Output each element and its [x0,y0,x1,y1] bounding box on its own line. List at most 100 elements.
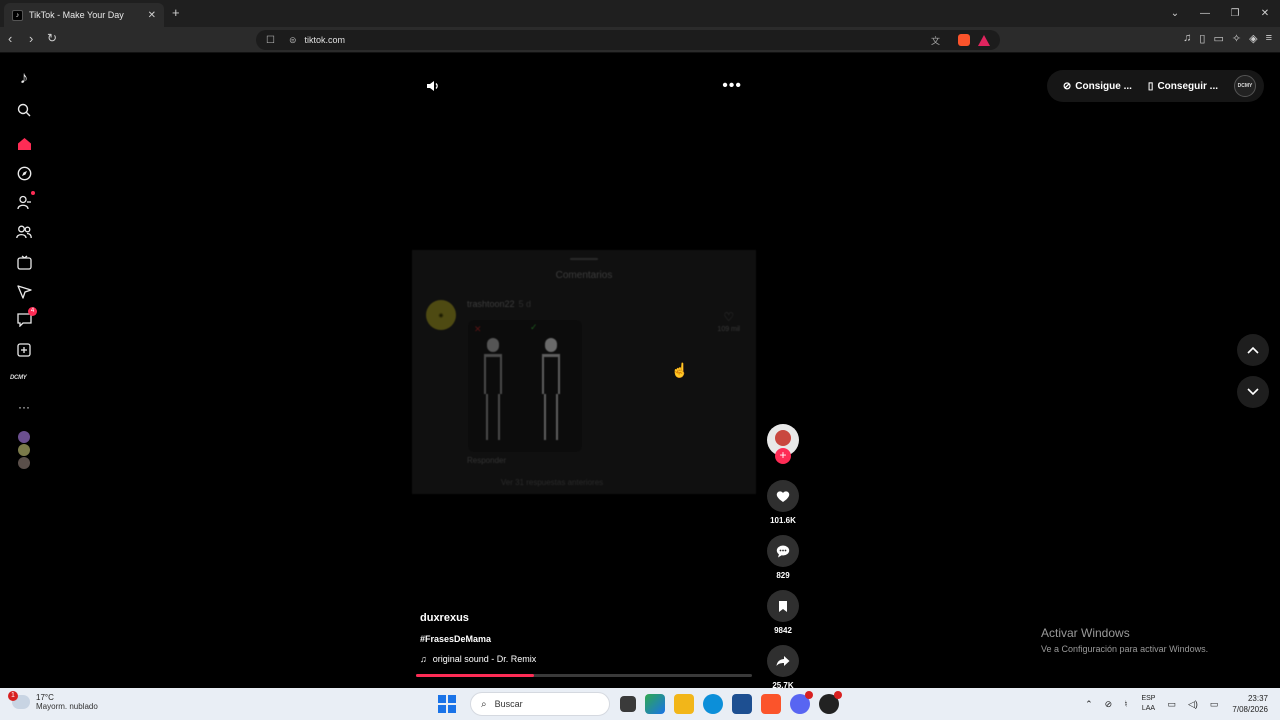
save-action[interactable]: 9842 [764,590,802,635]
friends-icon[interactable] [14,222,34,242]
get-app-button[interactable]: ▯ Conseguir ... [1148,81,1218,92]
home-icon[interactable] [14,134,34,154]
edge-icon[interactable] [703,694,723,714]
search-icon: ⌕ [481,698,487,710]
site-info-icon[interactable]: ⊜ [289,35,297,46]
upload-icon[interactable] [14,340,34,360]
brave-icon[interactable] [761,694,781,714]
tray-overflow-icon[interactable]: ⌃ [1085,699,1093,710]
speaker-icon[interactable]: ◁) [1188,699,1198,710]
taskbar-search[interactable]: ⌕ Buscar [470,692,610,716]
close-window-button[interactable]: ✕ [1250,8,1280,19]
clock-time: 23:37 [1247,694,1268,703]
brave-shields-icon[interactable] [958,34,970,46]
menu-icon[interactable]: ≡ [1266,32,1272,45]
tab-close-icon[interactable]: ✕ [148,10,156,21]
more-icon[interactable]: ··· [14,397,34,417]
next-video-button[interactable] [1237,376,1269,408]
app-badge [834,691,842,699]
sheet-handle [570,258,598,260]
inbox-icon[interactable] [14,282,34,302]
video-progress-bar[interactable] [416,674,752,677]
media-icon[interactable]: ♫ [1183,32,1191,45]
messages-icon[interactable]: 4 [14,307,37,330]
video-music[interactable]: ♫ original sound - Dr. Remix [420,654,536,664]
reload-icon[interactable]: ↻ [47,31,57,45]
sidebar-toggle-icon[interactable]: ▯ [1199,32,1205,45]
leo-ai-icon[interactable]: ✧ [1232,32,1241,45]
vpn-icon[interactable]: ◈ [1249,32,1257,45]
tiktok-page: ♪ 4 DCMY ··· ••• Comentarios ◉ trashtoon… [0,54,1280,690]
forward-icon[interactable]: › [29,31,33,46]
followed-account-avatar[interactable] [18,444,30,456]
display-icon[interactable]: ▭ [1167,699,1176,710]
previous-video-button[interactable] [1237,334,1269,366]
microphone-icon[interactable]: ♮ [1124,699,1127,710]
language-bottom: LAA [1141,705,1156,712]
followed-account-avatar[interactable] [18,431,30,443]
messages-badge: 4 [28,307,37,316]
tab-search-button[interactable]: ⌄ [1160,8,1190,19]
comment-icon[interactable] [767,535,799,567]
comment-action[interactable]: 829 [764,535,802,580]
explore-icon[interactable] [14,163,34,183]
video-hashtags[interactable]: #FrasesDeMama [420,634,536,644]
file-explorer-icon[interactable] [674,694,694,714]
volume-icon[interactable] [426,79,440,96]
copilot-icon[interactable] [645,694,665,714]
like-action[interactable]: 101.6K [764,480,802,525]
action-rail: + 101.6K 829 9842 25.7K [764,424,802,690]
minimize-button[interactable]: — [1190,8,1220,19]
tab-title: TikTok - Make Your Day [29,10,124,20]
language-indicator[interactable]: ESP LAA [1141,694,1155,714]
network-off-icon[interactable]: ⊘ [1105,699,1113,710]
profile-avatar[interactable]: DCMY [1234,75,1256,97]
bookmark-icon[interactable]: ☐ [266,35,275,46]
hand-cursor-icon: ☝ [671,362,689,378]
app-icon[interactable] [819,691,842,714]
clock[interactable]: 23:37 7/08/2026 [1232,693,1268,715]
taskbar-apps: ⌕ Buscar [438,691,842,716]
video-info: duxrexus #FrasesDeMama ♫ original sound … [420,612,536,664]
brave-rewards-icon[interactable] [978,34,990,46]
follow-plus-icon[interactable]: + [775,448,791,464]
profile-brand-label[interactable]: DCMY [10,375,27,381]
sidebar: ♪ 4 DCMY ··· [0,54,48,688]
followed-account-avatar[interactable] [18,457,30,469]
language-top: ESP [1141,695,1156,702]
start-button[interactable] [438,695,456,713]
more-options-icon[interactable]: ••• [722,77,742,95]
skeleton-figure [480,338,506,446]
maximize-button[interactable]: ❐ [1220,8,1250,19]
overlay-heart-icon: ♡ 109 mil [717,310,740,333]
address-bar[interactable]: ☐ ⊜ tiktok.com 文 [256,30,1000,50]
activation-title: Activar Windows [1041,626,1130,640]
browser-tab-tiktok[interactable]: ♪ TikTok - Make Your Day ✕ [4,3,164,27]
discord-badge [805,691,813,699]
bookmark-icon[interactable] [767,590,799,622]
clock-date: 7/08/2026 [1232,705,1268,714]
heart-icon[interactable] [767,480,799,512]
weather-widget[interactable]: 1 17°C Mayorm. nublado [8,691,98,711]
battery-icon[interactable]: ▭ [1210,699,1219,710]
search-icon[interactable] [14,100,34,120]
new-tab-button[interactable]: + [172,5,180,20]
get-coins-button[interactable]: ⊘ Consigue ... [1063,81,1132,92]
tiktok-logo-icon[interactable]: ♪ [14,68,34,88]
live-icon[interactable] [14,252,34,272]
back-icon[interactable]: ‹ [8,31,12,46]
task-view-icon[interactable] [620,696,636,712]
video-player[interactable]: ••• Comentarios ◉ trashtoon22 5 d ♡ 109 mi… [412,72,756,687]
translate-icon[interactable]: 文 [931,34,940,47]
overlay-cross-icon: ✕ [474,324,482,334]
video-author[interactable]: duxrexus [420,612,536,624]
discord-icon[interactable] [790,691,813,714]
share-icon[interactable] [767,645,799,677]
top-right-bar: ⊘ Consigue ... ▯ Conseguir ... DCMY [1046,70,1264,102]
microsoft-store-icon[interactable] [732,694,752,714]
save-count: 9842 [774,626,792,635]
share-action[interactable]: 25.7K [764,645,802,690]
wallet-icon[interactable]: ▭ [1213,32,1223,45]
url-text[interactable]: tiktok.com [305,35,346,45]
following-icon[interactable] [14,191,35,212]
